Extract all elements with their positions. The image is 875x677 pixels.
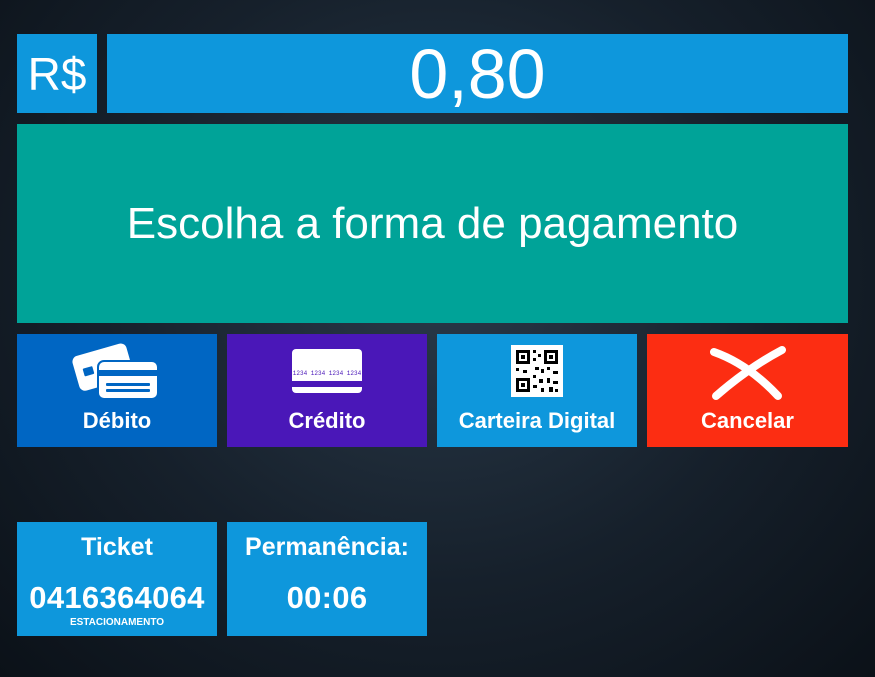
permanence-panel: Permanência: 00:06 [227,522,427,636]
cancel-label: Cancelar [701,408,794,433]
permanence-title: Permanência: [245,533,409,561]
debit-button[interactable]: Débito [17,334,217,447]
permanence-time: 00:06 [286,580,368,615]
currency-symbol: R$ [17,34,97,113]
card-number-text: 1234 1234 1234 1234 [293,370,362,377]
credit-button[interactable]: 1234 1234 1234 1234 Crédito [227,334,427,447]
payment-prompt: Escolha a forma de pagamento [17,124,848,323]
cancel-button[interactable]: Cancelar [647,334,848,447]
debit-cards-icon [72,338,162,404]
ticket-type: ESTACIONAMENTO [69,617,165,628]
qr-code-icon [511,338,563,404]
digital-wallet-label: Carteira Digital [458,408,616,433]
credit-card-icon: 1234 1234 1234 1234 [290,338,364,404]
ticket-number: 0416364064 [29,580,205,615]
debit-label: Débito [82,408,152,433]
cancel-x-icon [708,338,788,404]
ticket-title: Ticket [81,533,153,561]
credit-label: Crédito [288,408,366,433]
ticket-panel: Ticket 0416364064 ESTACIONAMENTO [17,522,217,636]
digital-wallet-button[interactable]: Carteira Digital [437,334,637,447]
amount-display: 0,80 [107,34,848,113]
